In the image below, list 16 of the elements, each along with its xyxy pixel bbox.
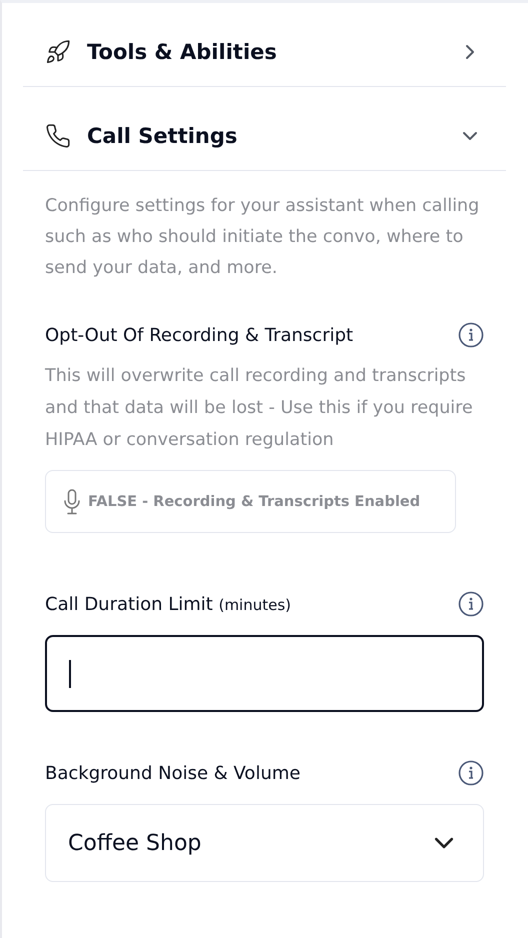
select-dropdown[interactable]: Coffee Shop	[45, 804, 484, 882]
section-header[interactable]: Tools & Abilities	[23, 3, 506, 87]
microphone-icon	[62, 488, 82, 516]
phone-icon	[45, 122, 71, 148]
field-label: Call Duration Limit (minutes)	[45, 594, 292, 614]
info-icon[interactable]	[458, 322, 484, 348]
rocket-icon	[45, 38, 71, 64]
text-cursor	[69, 660, 71, 688]
section-description: Configure settings for your assistant when calling such as who should initiate the convo, where to send your data, and more.	[45, 195, 480, 280]
field-label: Opt-Out Of Recording & Transcript	[45, 324, 354, 346]
info-icon[interactable]	[458, 760, 484, 786]
input-field[interactable]	[45, 635, 484, 712]
help-text: This will overwrite call recording and transcripts and that data will be lost - Use this if you require HIPAA or conversation regulation	[45, 365, 474, 452]
info-icon[interactable]	[458, 591, 484, 617]
field-label: Background Noise & Volume	[45, 762, 300, 784]
section-header[interactable]: Call Settings	[23, 87, 506, 171]
